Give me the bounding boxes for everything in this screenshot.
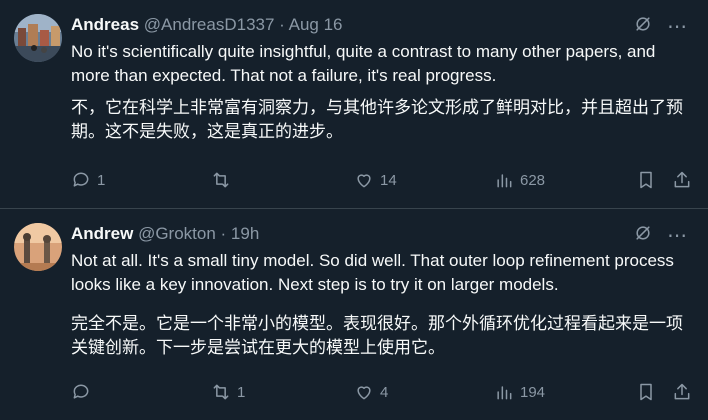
reply-count: 1 [97,171,106,189]
like-count: 4 [380,383,389,401]
share-button[interactable] [672,382,692,402]
grok-icon[interactable] [633,223,653,249]
tweet-actions: 1 4 194 [71,382,692,404]
repost-icon [213,172,229,188]
tweet-text: Not at all. It's a small tiny model. So … [71,251,674,294]
like-count: 14 [380,171,397,189]
avatar[interactable] [14,14,62,62]
share-icon [674,383,690,400]
views-count: 628 [520,171,546,189]
author-name[interactable]: Andrew [71,224,133,243]
bookmark-button[interactable] [636,170,656,190]
author-name[interactable]: Andreas [71,15,139,34]
repost-icon [213,384,229,400]
tweet-translation: 不，它在科学上非常富有洞察力，与其他许多论文形成了鲜明对比，并且超出了预期。这不… [71,98,683,141]
repost-count: 1 [237,383,246,401]
views-icon [497,386,512,400]
like-icon [357,174,371,188]
avatar[interactable] [14,223,62,271]
reply-button[interactable]: 1 [71,170,105,190]
repost-button[interactable]: 1 [211,382,245,402]
reply-button[interactable] [71,382,97,402]
views-count: 194 [520,383,546,401]
views-button[interactable]: 194 [494,382,545,402]
like-button[interactable]: 14 [354,170,397,190]
reply-icon [73,384,89,399]
tweet-header: Andrew @Grokton · 19h ⋯ [71,223,688,246]
tweet-actions: 1 14 628 [71,170,692,192]
author-handle[interactable]: @Grokton · 19h [138,224,259,243]
repost-button[interactable] [211,170,237,190]
bookmark-icon [640,171,652,189]
tweet-header: Andreas @AndreasD1337 · Aug 16 ⋯ [71,14,688,37]
share-icon [674,171,690,188]
bookmark-button[interactable] [636,382,656,402]
tweet-text: No it's scientifically quite insightful,… [71,42,656,85]
grok-icon[interactable] [633,14,653,40]
reply-icon [73,172,89,187]
views-button[interactable]: 628 [494,170,545,190]
tweet-translation: 完全不是。它是一个非常小的模型。表现很好。那个外循环优化过程看起来是一项关键创新… [71,314,683,357]
share-button[interactable] [672,170,692,190]
more-icon[interactable]: ⋯ [667,17,688,37]
more-icon[interactable]: ⋯ [667,226,688,246]
like-button[interactable]: 4 [354,382,388,402]
bookmark-icon [640,383,652,401]
tweet-1[interactable]: Andreas @AndreasD1337 · Aug 16 ⋯ No it's… [0,0,708,209]
like-icon [357,386,371,400]
views-icon [497,174,512,188]
tweet-2[interactable]: Andrew @Grokton · 19h ⋯ Not at all. It's… [0,209,708,420]
author-handle[interactable]: @AndreasD1337 · Aug 16 [144,15,343,34]
